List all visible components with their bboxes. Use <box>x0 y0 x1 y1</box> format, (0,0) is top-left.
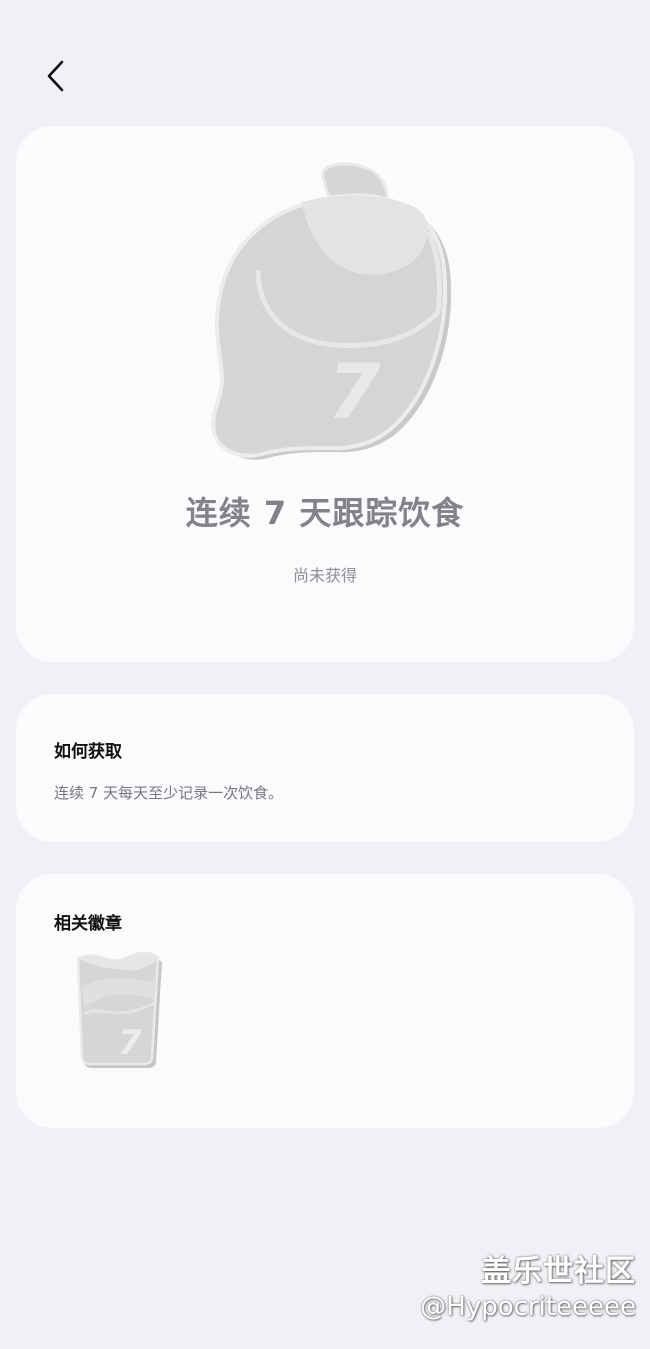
related-badges-card: 相关徽章 7 <box>16 874 634 1128</box>
cup-badge-icon[interactable]: 7 <box>72 948 164 1070</box>
how-to-get-title: 如何获取 <box>54 742 122 762</box>
related-badges-title: 相关徽章 <box>54 914 122 934</box>
related-badge-number: 7 <box>118 1023 142 1063</box>
back-button[interactable] <box>36 54 76 98</box>
how-to-get-card: 如何获取 连续 7 天每天至少记录一次饮食。 <box>16 694 634 842</box>
chevron-left-icon <box>47 60 64 92</box>
how-to-get-description: 连续 7 天每天至少记录一次饮食。 <box>54 784 284 802</box>
badge-number-label: 7 <box>328 347 381 436</box>
badge-title: 连续 7 天跟踪饮食 <box>185 494 465 532</box>
badge-status: 尚未获得 <box>292 566 357 585</box>
watermark-community: 盖乐世社区 <box>481 1254 636 1289</box>
badge-detail-card: 7 连续 7 天跟踪饮食 尚未获得 <box>16 126 634 662</box>
watermark-user: @Hypocriteeeee <box>420 1292 636 1322</box>
lemon-badge-icon: 7 <box>211 162 452 460</box>
